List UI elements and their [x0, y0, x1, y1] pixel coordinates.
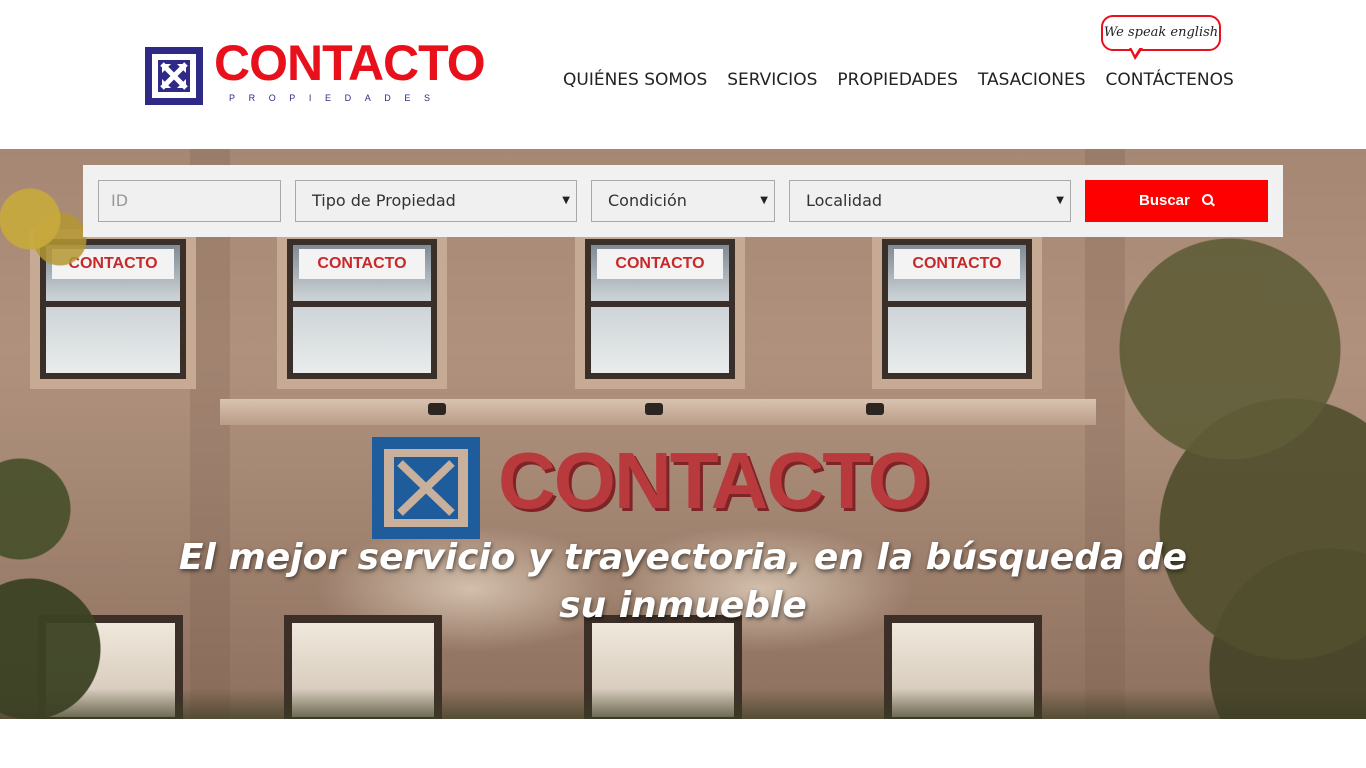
wall-lamp — [428, 403, 446, 415]
window-bar — [591, 301, 729, 307]
property-type-value: Tipo de Propiedad — [312, 191, 456, 210]
id-input[interactable]: ID — [98, 180, 281, 222]
property-search-bar: ID Tipo de Propiedad ▼ Condición ▼ Local… — [83, 165, 1283, 237]
nav-item-propiedades[interactable]: PROPIEDADES — [837, 68, 958, 92]
search-button[interactable]: Buscar — [1085, 180, 1268, 222]
brand-logo[interactable]: CONTACTO PROPIEDADES — [145, 38, 486, 108]
brand-name: CONTACTO — [214, 35, 486, 91]
chevron-down-icon: ▼ — [1056, 195, 1064, 206]
condition-select[interactable]: Condición ▼ — [591, 180, 775, 222]
facade-window: CONTACTO — [882, 239, 1032, 379]
chevron-down-icon: ▼ — [562, 195, 570, 206]
window-sign: CONTACTO — [597, 249, 723, 279]
search-button-label: Buscar — [1138, 192, 1190, 209]
condition-value: Condición — [608, 191, 687, 210]
window-sign: CONTACTO — [894, 249, 1020, 279]
shrubs — [0, 689, 1366, 719]
search-icon — [1202, 194, 1214, 206]
nav-item-servicios[interactable]: SERVICIOS — [727, 68, 817, 92]
nav-item-quienes-somos[interactable]: QUIÉNES SOMOS — [563, 68, 707, 92]
bubble-tail-inner — [1131, 47, 1140, 55]
wall-sign-text: CONTACTO — [498, 436, 930, 525]
facade-window: CONTACTO — [287, 239, 437, 379]
nav-item-tasaciones[interactable]: TASACIONES — [978, 68, 1086, 92]
site-header: CONTACTO PROPIEDADES QUIÉNES SOMOS SERVI… — [0, 0, 1366, 149]
wall-lamp — [866, 403, 884, 415]
property-type-select[interactable]: Tipo de Propiedad ▼ — [295, 180, 577, 222]
nav-item-contactenos[interactable]: CONTÁCTENOS — [1106, 68, 1234, 92]
chevron-down-icon: ▼ — [760, 195, 768, 206]
wall-lamp — [645, 403, 663, 415]
facade-window: CONTACTO — [585, 239, 735, 379]
brand-subtitle: PROPIEDADES — [229, 93, 444, 103]
window-bar — [888, 301, 1026, 307]
arrows-cross-logo-icon — [145, 47, 203, 105]
main-nav: QUIÉNES SOMOS SERVICIOS PROPIEDADES TASA… — [563, 68, 1234, 92]
wall-logo-icon — [372, 437, 480, 539]
we-speak-english-bubble: We speak english — [1101, 15, 1221, 51]
hero-tagline: El mejor servicio y trayectoria, en la b… — [178, 537, 1188, 626]
window-bar — [293, 301, 431, 307]
window-sign: CONTACTO — [299, 249, 425, 279]
locality-value: Localidad — [806, 191, 883, 210]
locality-select[interactable]: Localidad ▼ — [789, 180, 1071, 222]
